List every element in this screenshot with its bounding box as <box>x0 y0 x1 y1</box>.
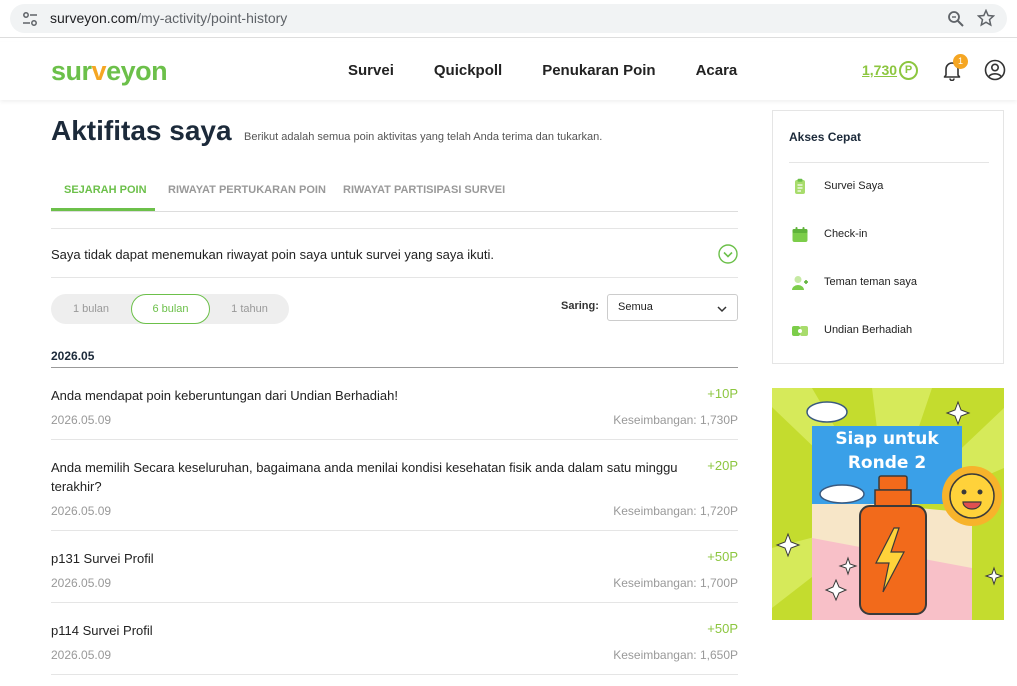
clipboard-icon <box>795 178 805 194</box>
quick-access-teman-teman-saya[interactable]: Teman teman saya <box>789 272 989 294</box>
user-account-icon[interactable] <box>984 59 1006 81</box>
period-toggle: 1 bulan 6 bulan 1 tahun <box>51 294 289 324</box>
nav-acara[interactable]: Acara <box>696 62 738 79</box>
calendar-icon <box>792 227 808 242</box>
filter-label: Saring: <box>561 300 599 312</box>
main-nav: Survei Quickpoll Penukaran Poin Acara <box>348 62 777 79</box>
faq-question: Saya tidak dapat menemukan riwayat poin … <box>51 247 494 262</box>
divider <box>789 162 989 163</box>
list-item: Anda mendapat poin keberuntungan dari Un… <box>51 368 738 440</box>
entry-title: Anda memilih Secara keseluruhan, bagaima… <box>51 460 678 494</box>
list-item: p131 Survei Profil +50P 2026.05.09 Kesei… <box>51 531 738 603</box>
chevron-down-icon[interactable] <box>718 244 738 264</box>
browser-toolbar: surveyon.com/my-activity/point-history <box>0 0 1017 38</box>
quick-access-survei-saya[interactable]: Survei Saya <box>789 176 989 198</box>
period-6-bulan[interactable]: 6 bulan <box>131 294 210 324</box>
faq-accordion[interactable]: Saya tidak dapat menemukan riwayat poin … <box>51 228 738 278</box>
notification-badge: 1 <box>953 54 968 69</box>
entry-points: +10P <box>707 386 738 401</box>
entry-date: 2026.05.09 <box>51 504 112 518</box>
quick-access-check-in[interactable]: Check-in <box>789 224 989 246</box>
logo-text-part1: sur <box>51 56 92 86</box>
entry-date: 2026.05.09 <box>51 648 112 662</box>
chevron-down-icon <box>717 306 727 313</box>
tab-riwayat-partisipasi-survei[interactable]: RIWAYAT PARTISIPASI SURVEI <box>343 184 505 196</box>
active-tab-indicator <box>51 208 155 211</box>
site-header: surveyon Survei Quickpoll Penukaran Poin… <box>0 42 1017 100</box>
period-1-bulan[interactable]: 1 bulan <box>51 294 131 324</box>
quick-access-label: Teman teman saya <box>824 276 917 288</box>
quick-access-label: Survei Saya <box>824 180 884 192</box>
entry-points: +20P <box>707 458 738 473</box>
promo-banner[interactable]: Siap untuk Ronde 2 <box>772 388 1004 620</box>
url-domain: surveyon.com <box>50 10 138 26</box>
entry-points: +50P <box>707 621 738 636</box>
url-text[interactable]: surveyon.com/my-activity/point-history <box>50 10 287 26</box>
points-icon: P <box>899 61 918 80</box>
page-description: Berikut adalah semua poin aktivitas yang… <box>244 131 603 143</box>
entry-balance: Keseimbangan: 1,700P <box>613 576 738 590</box>
nav-quickpoll[interactable]: Quickpoll <box>434 62 502 79</box>
entry-balance: Keseimbangan: 1,730P <box>613 413 738 427</box>
entry-date: 2026.05.09 <box>51 413 112 427</box>
nav-penukaran-poin[interactable]: Penukaran Poin <box>542 62 655 79</box>
zoom-icon[interactable] <box>947 10 965 28</box>
friends-icon <box>792 276 808 290</box>
point-history-list: Anda mendapat poin keberuntungan dari Un… <box>51 368 738 676</box>
tab-riwayat-pertukaran-poin[interactable]: RIWAYAT PERTUKARAN POIN <box>168 184 326 196</box>
logo-text-part2: v <box>91 56 107 86</box>
list-item: Anda memilih Secara keseluruhan, bagaima… <box>51 440 738 531</box>
entry-title: p114 Survei Profil <box>51 623 153 638</box>
month-header: 2026.05 <box>51 347 738 368</box>
filter-selected-value: Semua <box>618 301 653 313</box>
entry-title: p131 Survei Profil <box>51 551 154 566</box>
month-label: 2026.05 <box>51 349 95 363</box>
quick-access-title: Akses Cepat <box>789 130 862 144</box>
quick-access-panel: Akses Cepat Survei Saya Check-in Teman t… <box>772 110 1004 364</box>
url-path: /my-activity/point-history <box>137 10 288 26</box>
activity-tabs: SEJARAH POIN RIWAYAT PERTUKARAN POIN RIW… <box>51 172 738 212</box>
ticket-icon <box>792 326 808 336</box>
points-balance-link[interactable]: 1,730 <box>862 62 897 78</box>
entry-balance: Keseimbangan: 1,650P <box>613 648 738 662</box>
list-item: p114 Survei Profil +50P 2026.05.09 Kesei… <box>51 603 738 675</box>
banner-text-line1: Siap untuk <box>835 429 939 449</box>
bookmark-star-icon[interactable] <box>977 9 995 27</box>
site-settings-icon[interactable] <box>22 11 38 27</box>
address-bar[interactable]: surveyon.com/my-activity/point-history <box>10 4 1007 33</box>
entry-balance: Keseimbangan: 1,720P <box>613 504 738 518</box>
banner-text-line2: Ronde 2 <box>848 453 926 473</box>
quick-access-undian-berhadiah[interactable]: Undian Berhadiah <box>789 320 989 342</box>
entry-title: Anda mendapat poin keberuntungan dari Un… <box>51 388 398 403</box>
logo-text-part3: eyon <box>106 56 168 86</box>
filter-dropdown[interactable]: Semua <box>607 294 738 321</box>
quick-access-label: Undian Berhadiah <box>824 324 913 336</box>
tab-sejarah-poin[interactable]: SEJARAH POIN <box>64 184 147 196</box>
page-title: Aktifitas saya <box>51 115 232 146</box>
surveyon-logo[interactable]: surveyon <box>51 56 168 87</box>
entry-date: 2026.05.09 <box>51 576 112 590</box>
promo-banner-illustration: Siap untuk Ronde 2 <box>772 388 1004 620</box>
nav-survei[interactable]: Survei <box>348 62 394 79</box>
entry-points: +50P <box>707 549 738 564</box>
quick-access-label: Check-in <box>824 228 868 240</box>
period-1-tahun[interactable]: 1 tahun <box>210 294 289 324</box>
